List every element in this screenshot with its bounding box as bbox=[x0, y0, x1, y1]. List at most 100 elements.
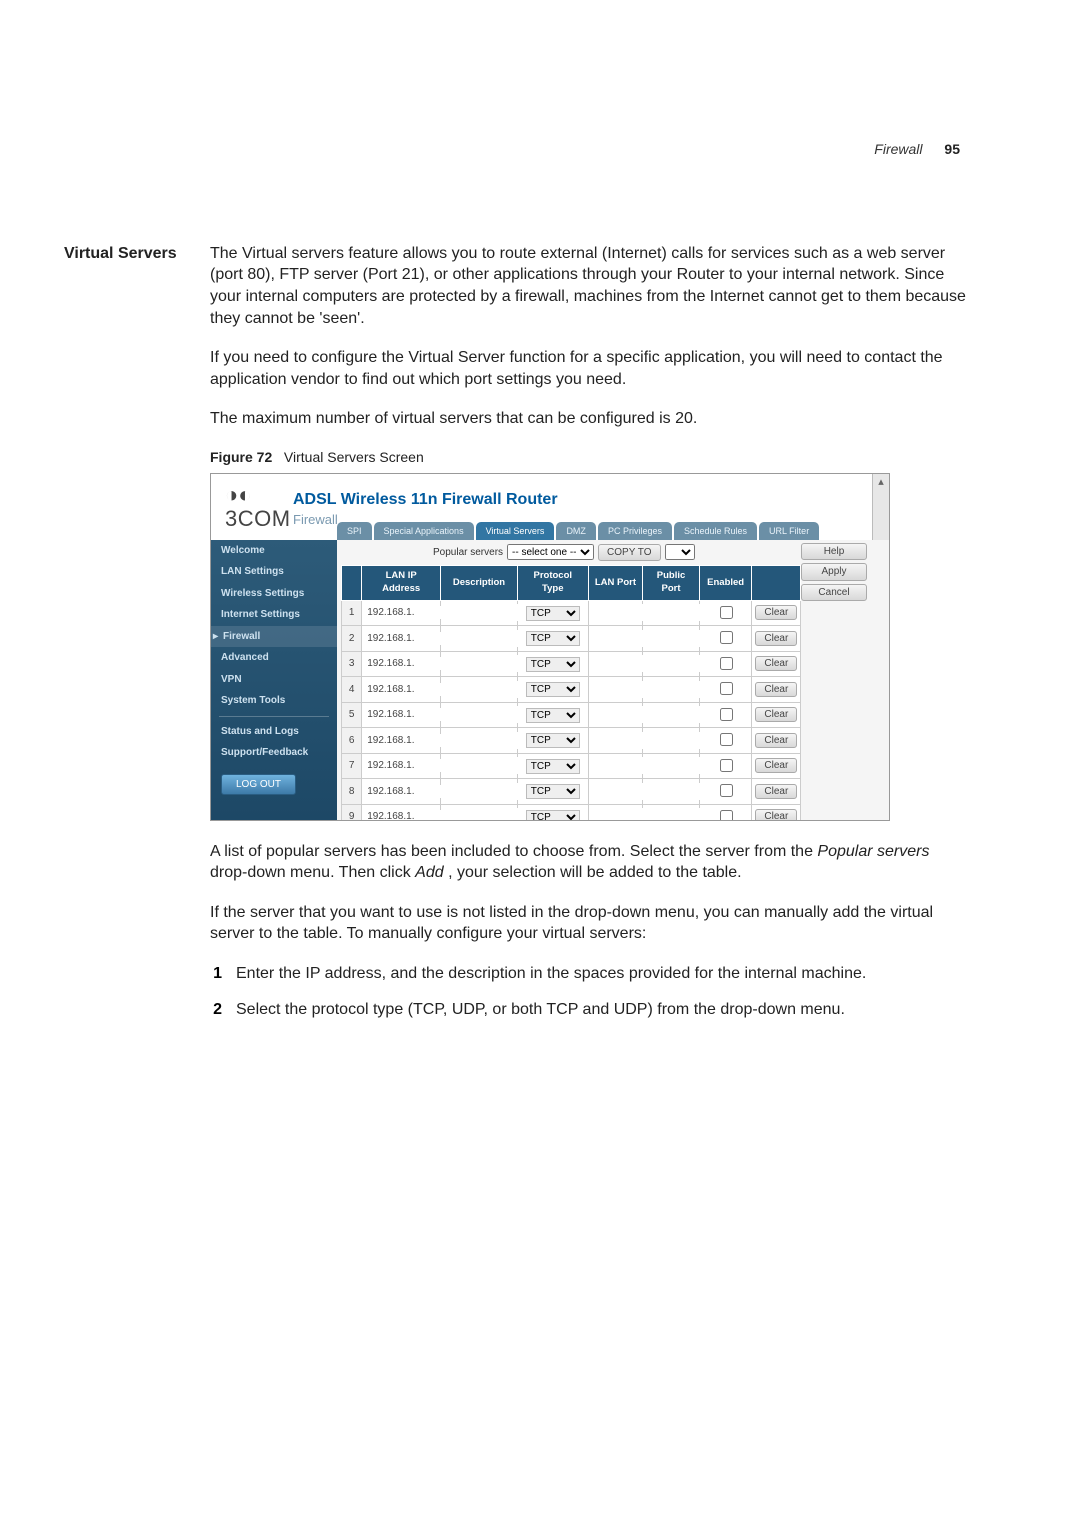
lan-ip-input[interactable] bbox=[365, 708, 441, 721]
sidebar-item-wireless-settings[interactable]: Wireless Settings bbox=[211, 583, 337, 605]
lan-ip-input[interactable] bbox=[365, 785, 441, 798]
col-enabled: Enabled bbox=[699, 566, 752, 601]
sidebar-item-internet-settings[interactable]: Internet Settings bbox=[211, 604, 337, 626]
description-input[interactable] bbox=[444, 630, 518, 647]
public-port-input[interactable] bbox=[646, 604, 700, 621]
clear-button[interactable]: Clear bbox=[755, 809, 797, 820]
enabled-checkbox[interactable] bbox=[720, 657, 733, 670]
table-row: 8TCPClear bbox=[342, 779, 801, 805]
description-input[interactable] bbox=[444, 783, 518, 800]
description-input[interactable] bbox=[444, 681, 518, 698]
clear-button[interactable]: Clear bbox=[755, 656, 797, 671]
sidebar-item-support-feedback[interactable]: Support/Feedback bbox=[211, 742, 337, 764]
protocol-select[interactable]: TCP bbox=[526, 708, 580, 723]
protocol-select[interactable]: TCP bbox=[526, 759, 580, 774]
popular-servers-select[interactable]: -- select one -- bbox=[507, 544, 594, 560]
lan-port-input[interactable] bbox=[592, 630, 644, 647]
sidebar-item-status-and-logs[interactable]: Status and Logs bbox=[211, 721, 337, 743]
protocol-select[interactable]: TCP bbox=[526, 657, 580, 672]
lan-port-input[interactable] bbox=[592, 732, 644, 749]
sidebar-item-welcome[interactable]: Welcome bbox=[211, 540, 337, 562]
tab-virtual-servers[interactable]: Virtual Servers bbox=[476, 522, 555, 539]
lan-port-input[interactable] bbox=[592, 604, 644, 621]
public-port-input[interactable] bbox=[646, 732, 700, 749]
sidebar-item-vpn[interactable]: VPN bbox=[211, 669, 337, 691]
protocol-select[interactable]: TCP bbox=[526, 631, 580, 646]
cancel-button[interactable]: Cancel bbox=[801, 584, 867, 602]
tab-spi[interactable]: SPI bbox=[337, 522, 372, 539]
lan-port-input[interactable] bbox=[592, 757, 644, 774]
public-port-input[interactable] bbox=[646, 757, 700, 774]
clear-button[interactable]: Clear bbox=[755, 784, 797, 799]
enabled-checkbox[interactable] bbox=[720, 631, 733, 644]
enabled-checkbox[interactable] bbox=[720, 733, 733, 746]
sidebar: WelcomeLAN SettingsWireless SettingsInte… bbox=[211, 540, 337, 820]
logout-button[interactable]: LOG OUT bbox=[221, 774, 296, 796]
protocol-select[interactable]: TCP bbox=[526, 682, 580, 697]
clear-button[interactable]: Clear bbox=[755, 758, 797, 773]
col-idx bbox=[342, 566, 362, 601]
public-port-input[interactable] bbox=[646, 706, 700, 723]
lan-ip-input[interactable] bbox=[365, 606, 441, 619]
description-input[interactable] bbox=[444, 808, 518, 820]
row-index: 1 bbox=[342, 600, 362, 626]
sidebar-item-system-tools[interactable]: System Tools bbox=[211, 690, 337, 712]
description-input[interactable] bbox=[444, 732, 518, 749]
lan-ip-input[interactable] bbox=[365, 632, 441, 645]
enabled-checkbox[interactable] bbox=[720, 810, 733, 821]
enabled-checkbox[interactable] bbox=[720, 708, 733, 721]
description-input[interactable] bbox=[444, 757, 518, 774]
tab-schedule-rules[interactable]: Schedule Rules bbox=[674, 522, 757, 539]
scroll-up-icon[interactable]: ▴ bbox=[873, 474, 889, 490]
protocol-select[interactable]: TCP bbox=[526, 606, 580, 621]
clear-button[interactable]: Clear bbox=[755, 707, 797, 722]
lan-ip-input[interactable] bbox=[365, 734, 441, 747]
sidebar-item-firewall[interactable]: Firewall bbox=[211, 626, 337, 648]
lan-port-input[interactable] bbox=[592, 808, 644, 820]
description-input[interactable] bbox=[444, 604, 518, 621]
tab-special-applications[interactable]: Special Applications bbox=[374, 522, 474, 539]
lan-ip-input[interactable] bbox=[365, 657, 441, 670]
lan-ip-input[interactable] bbox=[365, 759, 441, 772]
public-port-input[interactable] bbox=[646, 655, 700, 672]
public-port-input[interactable] bbox=[646, 783, 700, 800]
description-input[interactable] bbox=[444, 655, 518, 672]
clear-button[interactable]: Clear bbox=[755, 682, 797, 697]
public-port-input[interactable] bbox=[646, 681, 700, 698]
sidebar-item-advanced[interactable]: Advanced bbox=[211, 647, 337, 669]
lan-port-input[interactable] bbox=[592, 783, 644, 800]
lan-port-input[interactable] bbox=[592, 655, 644, 672]
public-port-input[interactable] bbox=[646, 808, 700, 820]
tab-url-filter[interactable]: URL Filter bbox=[759, 522, 819, 539]
tab-pc-privileges[interactable]: PC Privileges bbox=[598, 522, 672, 539]
lan-ip-input[interactable] bbox=[365, 810, 441, 820]
body-paragraph: The Virtual servers feature allows you t… bbox=[210, 243, 970, 329]
enabled-checkbox[interactable] bbox=[720, 682, 733, 695]
copy-to-button[interactable]: COPY TO bbox=[598, 544, 660, 562]
sidebar-item-lan-settings[interactable]: LAN Settings bbox=[211, 561, 337, 583]
lan-port-input[interactable] bbox=[592, 681, 644, 698]
row-index: 9 bbox=[342, 804, 362, 820]
description-input[interactable] bbox=[444, 706, 518, 723]
apply-button[interactable]: Apply bbox=[801, 563, 867, 581]
enabled-checkbox[interactable] bbox=[720, 606, 733, 619]
clear-button[interactable]: Clear bbox=[755, 631, 797, 646]
lan-ip-input[interactable] bbox=[365, 683, 441, 696]
col-description: Description bbox=[441, 566, 518, 601]
section-heading: Virtual Servers bbox=[64, 243, 210, 1034]
row-index: 5 bbox=[342, 702, 362, 728]
protocol-select[interactable]: TCP bbox=[526, 810, 580, 821]
enabled-checkbox[interactable] bbox=[720, 759, 733, 772]
help-button[interactable]: Help bbox=[801, 543, 867, 561]
protocol-select[interactable]: TCP bbox=[526, 784, 580, 799]
row-index: 2 bbox=[342, 626, 362, 652]
lan-port-input[interactable] bbox=[592, 706, 644, 723]
public-port-input[interactable] bbox=[646, 630, 700, 647]
enabled-checkbox[interactable] bbox=[720, 784, 733, 797]
clear-button[interactable]: Clear bbox=[755, 733, 797, 748]
protocol-select[interactable]: TCP bbox=[526, 733, 580, 748]
tab-row: SPISpecial ApplicationsVirtual ServersDM… bbox=[337, 520, 873, 540]
clear-button[interactable]: Clear bbox=[755, 605, 797, 620]
tab-dmz[interactable]: DMZ bbox=[556, 522, 596, 539]
copy-to-select[interactable] bbox=[665, 544, 695, 560]
